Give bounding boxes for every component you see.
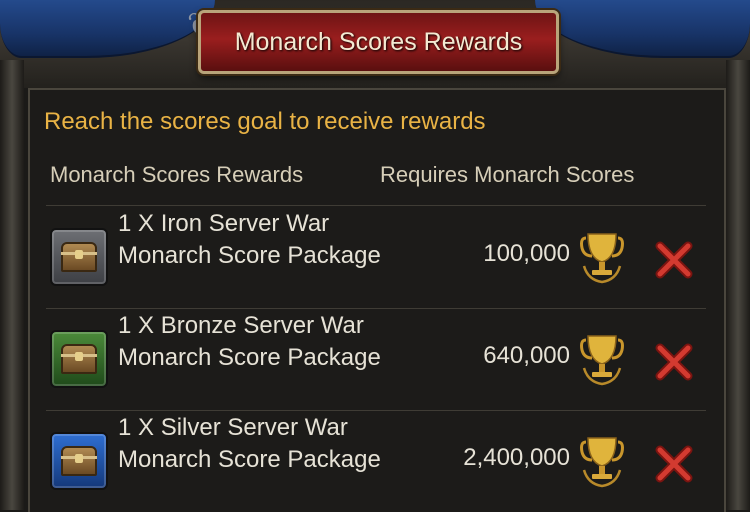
page-title: Monarch Scores Rewards (234, 27, 523, 56)
instruction-text: Reach the scores goal to receive rewards (44, 108, 486, 135)
reward-row: 1 X Silver Server War Monarch Score Pack… (30, 410, 724, 512)
reward-name: 1 X Silver Server War Monarch Score Pack… (118, 414, 381, 473)
reward-row: 1 X Iron Server War Monarch Score Packag… (30, 206, 724, 308)
header-banner: ❦ ❦ Monarch Scores Rewards (0, 0, 750, 88)
right-pillar (726, 60, 750, 510)
reward-row: 1 X Bronze Server War Monarch Score Pack… (30, 308, 724, 410)
not-reached-x-icon (655, 241, 693, 279)
required-score: 2,400,000 (463, 444, 570, 471)
trophy-icon (580, 233, 624, 284)
title-plaque: Monarch Scores Rewards (198, 10, 559, 74)
trophy-icon (580, 335, 624, 386)
required-score: 100,000 (483, 240, 570, 267)
reward-name: 1 X Iron Server War Monarch Score Packag… (118, 210, 381, 269)
left-pillar (0, 60, 24, 510)
iron-chest-icon[interactable] (50, 228, 108, 286)
column-header-requires: Requires Monarch Scores (380, 162, 635, 187)
silver-chest-icon[interactable] (50, 432, 108, 490)
bronze-chest-icon[interactable] (50, 330, 108, 388)
trophy-icon (580, 437, 624, 488)
required-score: 640,000 (483, 342, 570, 369)
not-reached-x-icon (655, 445, 693, 483)
not-reached-x-icon (655, 343, 693, 381)
reward-name: 1 X Bronze Server War Monarch Score Pack… (118, 312, 381, 371)
column-header-rewards: Monarch Scores Rewards (50, 162, 304, 187)
rewards-panel[interactable]: Reach the scores goal to receive rewards… (28, 88, 726, 512)
